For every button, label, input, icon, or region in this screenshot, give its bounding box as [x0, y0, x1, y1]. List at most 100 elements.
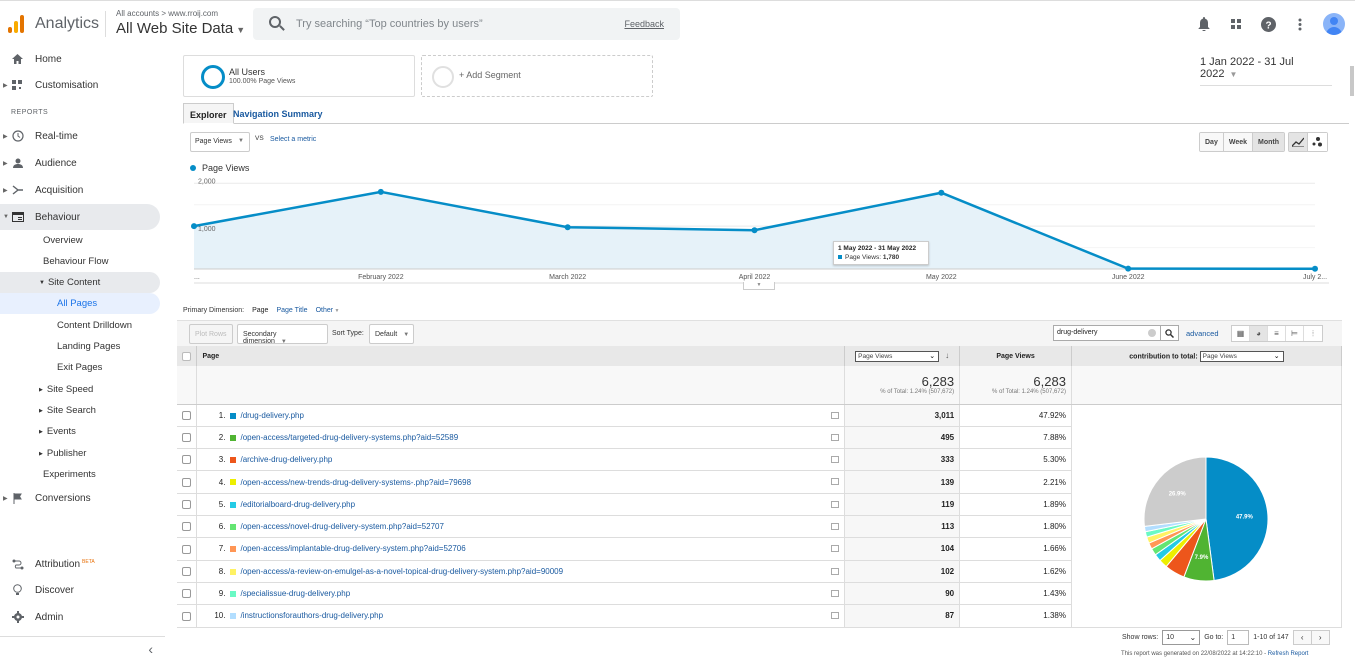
sidebar-item-audience[interactable]: ▶ Audience — [0, 150, 160, 176]
row-checkbox[interactable] — [182, 500, 192, 510]
sidebar-item-customisation[interactable]: ▶ Customisation — [0, 72, 160, 98]
row-checkbox[interactable] — [182, 455, 192, 465]
secondary-dimension-dropdown[interactable]: Secondary dimension ▼ — [237, 324, 328, 345]
page-link[interactable]: /drug-delivery.php — [240, 411, 303, 420]
sidebar-item-site-content[interactable]: ▼ Site Content — [0, 272, 160, 293]
filter-search-button[interactable] — [1161, 325, 1179, 341]
comparison-icon[interactable]: ⊨ — [1286, 326, 1304, 341]
apps-grid-icon[interactable] — [1227, 15, 1245, 33]
column-header-page[interactable]: Page — [196, 346, 846, 366]
chart-resize-handle[interactable]: ▼ — [743, 282, 775, 290]
sidebar-item-admin[interactable]: Admin — [0, 604, 160, 630]
row-checkbox[interactable] — [182, 544, 192, 554]
sidebar-item-experiments[interactable]: Experiments — [0, 464, 160, 485]
sidebar-item-exit-pages[interactable]: Exit Pages — [0, 357, 160, 378]
motion-chart-icon[interactable] — [1308, 133, 1327, 151]
data-point[interactable] — [1312, 265, 1318, 272]
page-link[interactable]: /editorialboard-drug-delivery.php — [240, 500, 355, 509]
sidebar-item-home[interactable]: Home — [0, 46, 160, 72]
open-page-icon[interactable] — [831, 500, 840, 508]
tab-navigation-summary[interactable]: Navigation Summary — [227, 103, 329, 124]
sort-type-dropdown[interactable]: Default ▼ — [369, 324, 414, 344]
open-page-icon[interactable] — [831, 411, 840, 419]
contribution-pie-chart[interactable]: 47.9% 7.9% 26.9% — [1072, 405, 1341, 625]
sidebar-item-landing-pages[interactable]: Landing Pages — [0, 336, 160, 357]
show-rows-select[interactable]: 10 ⌄ — [1162, 630, 1201, 645]
metric-selector[interactable]: Page Views ▼ — [190, 132, 250, 152]
sidebar-item-site-speed[interactable]: ▶ Site Speed — [0, 379, 160, 400]
search-input[interactable]: Try searching “Top countries by users” — [296, 18, 483, 30]
sidebar-item-site-search[interactable]: ▶ Site Search — [0, 400, 160, 421]
sidebar-item-conversions[interactable]: ▶ Conversions — [0, 485, 160, 511]
add-segment-button[interactable]: + Add Segment — [421, 55, 653, 97]
date-range-picker[interactable]: 1 Jan 2022 - 31 Jul 2022 ▼ — [1200, 56, 1332, 86]
open-page-icon[interactable] — [831, 456, 840, 464]
data-point[interactable] — [377, 188, 384, 195]
next-page-button[interactable]: › — [1310, 630, 1330, 645]
page-link[interactable]: /archive-drug-delivery.php — [240, 455, 332, 464]
sidebar-item-attribution[interactable]: Attribution BETA — [0, 551, 160, 577]
account-avatar[interactable] — [1323, 13, 1345, 35]
refresh-report-link[interactable]: Refresh Report — [1268, 651, 1309, 657]
granularity-month[interactable]: Month — [1253, 133, 1285, 151]
row-checkbox[interactable] — [182, 522, 192, 532]
open-page-icon[interactable] — [831, 589, 840, 597]
tab-explorer[interactable]: Explorer — [183, 103, 234, 124]
data-point[interactable] — [191, 223, 197, 230]
data-point[interactable] — [938, 189, 945, 196]
help-icon[interactable]: ? — [1259, 15, 1277, 33]
data-point[interactable] — [751, 227, 758, 234]
sort-descending-icon[interactable]: ↓ — [945, 351, 949, 360]
open-page-icon[interactable] — [831, 433, 840, 441]
granularity-day[interactable]: Day — [1200, 133, 1224, 151]
table-filter-input[interactable]: drug-delivery — [1053, 325, 1161, 341]
goto-input[interactable]: 1 — [1227, 630, 1250, 645]
data-point[interactable] — [1125, 265, 1132, 272]
row-checkbox[interactable] — [182, 477, 192, 487]
sidebar-item-events[interactable]: ▶ Events — [0, 421, 160, 442]
data-table-icon[interactable]: ▦ — [1232, 326, 1250, 341]
page-link[interactable]: /open-access/novel-drug-delivery-system.… — [240, 522, 443, 531]
sidebar-item-behaviour-flow[interactable]: Behaviour Flow — [0, 251, 160, 272]
open-page-icon[interactable] — [831, 545, 840, 553]
open-page-icon[interactable] — [831, 567, 840, 575]
scrollbar-thumb[interactable] — [1350, 66, 1354, 96]
column-header-page-views[interactable]: Page Views — [959, 346, 1072, 366]
sidebar-item-discover[interactable]: Discover — [0, 577, 160, 603]
view-selector[interactable]: All Web Site Data ▼ — [116, 20, 245, 37]
row-checkbox[interactable] — [182, 410, 192, 420]
page-link[interactable]: /open-access/new-trends-drug-delivery-sy… — [240, 478, 471, 487]
page-link[interactable]: /open-access/targeted-drug-delivery-syst… — [240, 433, 458, 442]
sidebar-item-acquisition[interactable]: ▶ Acquisition — [0, 177, 160, 203]
row-checkbox[interactable] — [182, 566, 192, 576]
page-scrollbar[interactable] — [1349, 46, 1355, 656]
dimension-other[interactable]: Other ▼ — [316, 307, 340, 314]
sidebar-item-behaviour[interactable]: ▼ Behaviour — [0, 204, 160, 230]
chevron-left-icon[interactable]: ‹ — [148, 641, 153, 657]
data-point[interactable] — [564, 224, 571, 231]
sidebar-item-publisher[interactable]: ▶ Publisher — [0, 443, 160, 464]
granularity-week[interactable]: Week — [1223, 133, 1254, 151]
feedback-link[interactable]: Feedback — [624, 19, 664, 29]
plot-rows-button[interactable]: Plot Rows — [189, 324, 233, 344]
row-checkbox[interactable] — [182, 589, 192, 599]
analytics-logo-icon[interactable] — [8, 15, 24, 33]
pivot-icon[interactable]: ⦙ — [1304, 326, 1322, 341]
page-link[interactable]: /open-access/a-review-on-emulgel-as-a-no… — [240, 567, 563, 576]
line-chart-icon[interactable] — [1289, 133, 1308, 151]
bell-icon[interactable] — [1195, 15, 1213, 33]
search-bar[interactable]: Try searching “Top countries by users” F… — [253, 8, 680, 40]
open-page-icon[interactable] — [831, 612, 840, 620]
dimension-page-title[interactable]: Page Title — [276, 307, 307, 314]
select-metric-link[interactable]: Select a metric — [270, 136, 316, 143]
page-views-chart[interactable]: 2,000 1,000... February 2022 March 2022 Apri… — [177, 174, 1337, 292]
sidebar-item-overview[interactable]: Overview — [0, 230, 160, 251]
sidebar-item-realtime[interactable]: ▶ Real-time — [0, 123, 160, 149]
prev-page-button[interactable]: ‹ — [1292, 630, 1312, 645]
advanced-filter-link[interactable]: advanced — [1186, 329, 1219, 338]
contribution-metric-select[interactable]: Page Views ⌄ — [1199, 350, 1284, 362]
sidebar-item-content-drilldown[interactable]: Content Drilldown — [0, 315, 160, 336]
row-checkbox[interactable] — [182, 433, 192, 443]
page-link[interactable]: /instructionsforauthors-drug-delivery.ph… — [240, 611, 383, 620]
segment-all-users[interactable]: All Users 100.00% Page Views — [183, 55, 415, 97]
